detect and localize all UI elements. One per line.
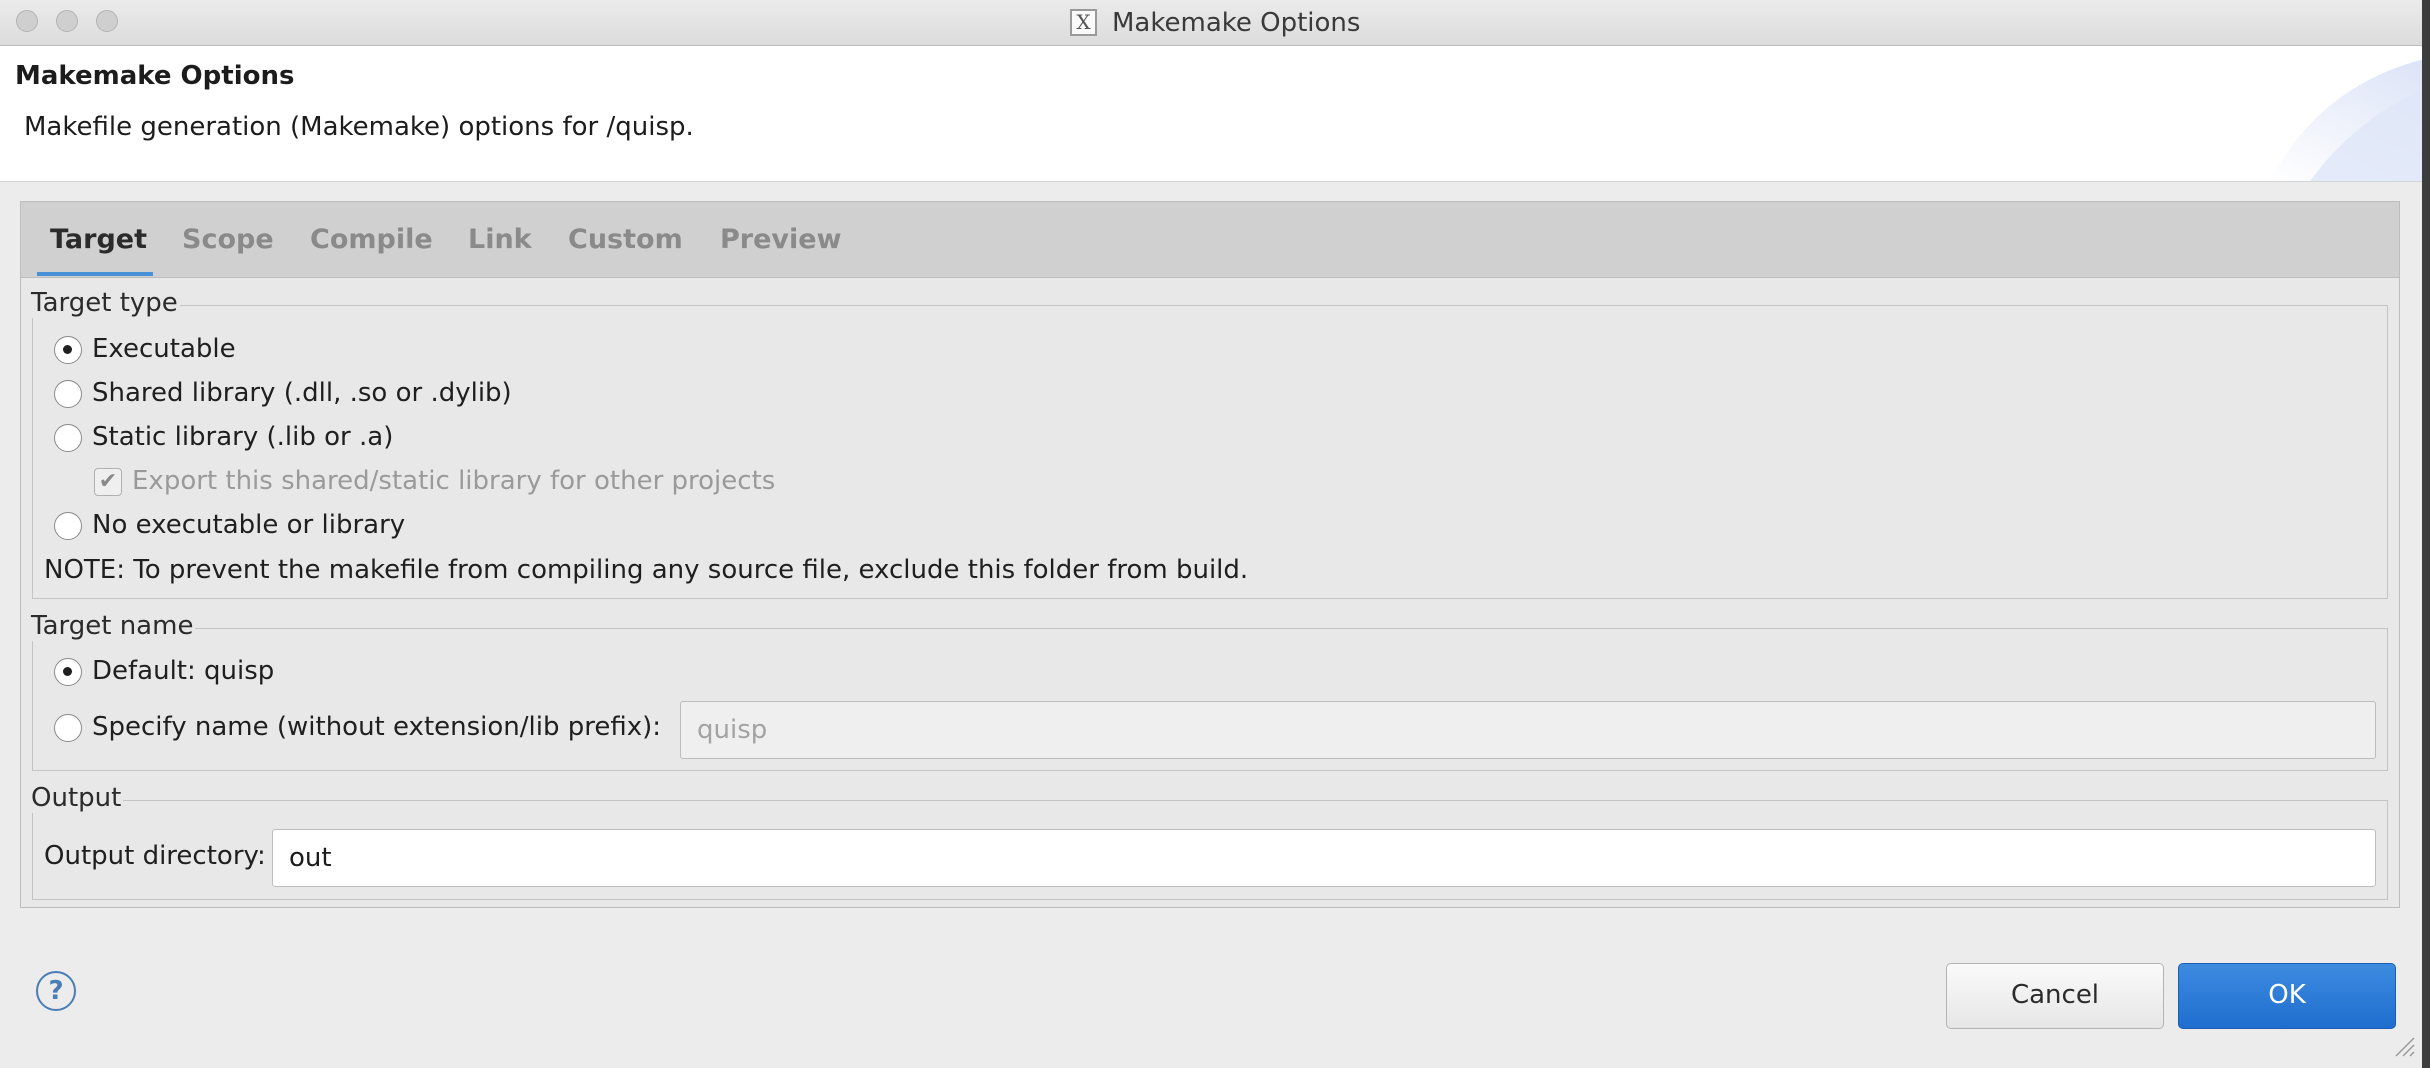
output-directory-label: Output directory: bbox=[44, 841, 266, 871]
dialog-description: Makefile generation (Makemake) options f… bbox=[24, 112, 694, 142]
dialog-header: Makemake Options Makefile generation (Ma… bbox=[0, 46, 2422, 182]
window-title-bar[interactable]: X Makemake Options bbox=[0, 0, 2422, 46]
tab-link[interactable]: Link bbox=[468, 224, 532, 255]
radio-shared-library-label[interactable]: Shared library (.dll, .so or .dylib) bbox=[92, 378, 512, 408]
output-directory-input[interactable] bbox=[272, 829, 2376, 887]
zoom-dot-icon[interactable] bbox=[96, 10, 118, 32]
checkmark-icon: ✔ bbox=[98, 469, 118, 494]
tab-preview[interactable]: Preview bbox=[720, 224, 842, 255]
radio-executable[interactable] bbox=[54, 336, 82, 364]
banner-decoration-icon bbox=[2270, 59, 2422, 181]
export-library-checkbox[interactable]: ✔ bbox=[94, 468, 122, 496]
close-dot-icon[interactable] bbox=[16, 10, 38, 32]
window-title: Makemake Options bbox=[1112, 8, 1361, 38]
radio-default-name[interactable] bbox=[54, 658, 82, 686]
radio-static-library-label[interactable]: Static library (.lib or .a) bbox=[92, 422, 393, 452]
x11-icon: X bbox=[1070, 9, 1097, 36]
window-edge bbox=[2422, 0, 2430, 1068]
radio-no-executable-label[interactable]: No executable or library bbox=[92, 510, 405, 540]
radio-no-executable[interactable] bbox=[54, 512, 82, 540]
tab-target[interactable]: Target bbox=[50, 224, 147, 255]
target-name-label: Target name bbox=[31, 611, 196, 641]
tab-custom[interactable]: Custom bbox=[568, 224, 683, 255]
radio-static-library[interactable] bbox=[54, 424, 82, 452]
radio-shared-library[interactable] bbox=[54, 380, 82, 408]
minimize-dot-icon[interactable] bbox=[56, 10, 78, 32]
radio-executable-label[interactable]: Executable bbox=[92, 334, 236, 364]
radio-specify-name-label[interactable]: Specify name (without extension/lib pref… bbox=[92, 712, 661, 742]
target-name-input[interactable] bbox=[680, 701, 2376, 759]
help-icon[interactable]: ? bbox=[36, 971, 76, 1011]
active-tab-indicator bbox=[37, 272, 153, 276]
cancel-button[interactable]: Cancel bbox=[1946, 963, 2164, 1029]
radio-specify-name[interactable] bbox=[54, 714, 82, 742]
target-type-label: Target type bbox=[31, 288, 180, 318]
radio-default-name-label[interactable]: Default: quisp bbox=[92, 656, 274, 686]
dialog-title: Makemake Options bbox=[15, 61, 295, 91]
tab-compile[interactable]: Compile bbox=[310, 224, 433, 255]
export-library-label: Export this shared/static library for ot… bbox=[132, 466, 776, 496]
target-type-note: NOTE: To prevent the makefile from compi… bbox=[44, 555, 1249, 585]
resize-grip-icon[interactable] bbox=[2392, 1034, 2416, 1058]
ok-button[interactable]: OK bbox=[2178, 963, 2396, 1029]
tab-scope[interactable]: Scope bbox=[182, 224, 274, 255]
output-label: Output bbox=[31, 783, 124, 813]
